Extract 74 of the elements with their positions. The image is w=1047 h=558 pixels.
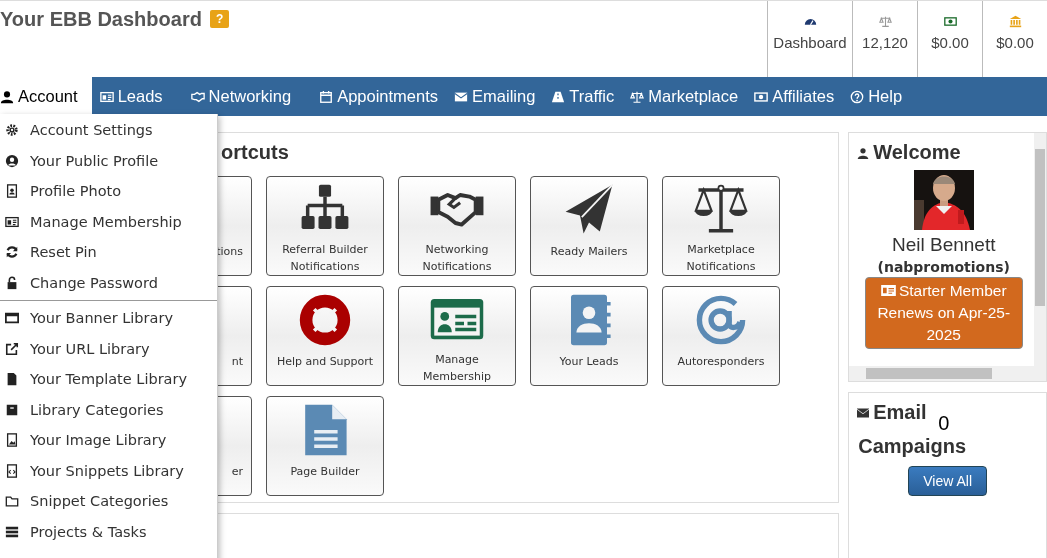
image-file-icon (5, 433, 19, 448)
menu-item[interactable]: Your Public Profile (0, 145, 217, 176)
menu-item[interactable]: Account Settings (0, 115, 217, 146)
id-card-icon (5, 214, 19, 229)
menu-item[interactable]: Your Snippets Library (0, 455, 217, 486)
shortcut-tile[interactable]: Marketplace Notifications (662, 176, 780, 276)
help-icon (850, 89, 865, 104)
menu-item[interactable]: Reset Pin (0, 237, 217, 268)
membership-badge[interactable]: Starter Member Renews on Apr-25-2025 (864, 277, 1023, 349)
shortcut-tile[interactable]: Your Leads (530, 286, 648, 386)
shortcut-tile[interactable]: Help and Support (266, 286, 384, 386)
user-circle-icon (5, 153, 19, 168)
user-name: Neil Bennett (891, 234, 996, 256)
window-icon (5, 311, 19, 326)
code-file-icon (5, 463, 19, 478)
id-card-icon (880, 285, 896, 296)
panel-title: Email (873, 401, 927, 424)
tasks-icon (5, 524, 19, 539)
road-icon (551, 89, 566, 104)
nav-tab[interactable]: Traffic (551, 77, 625, 116)
campaign-count: 0 (938, 413, 950, 433)
portrait-icon (5, 184, 19, 199)
shortcut-tile[interactable]: Ready Mailers (530, 176, 648, 276)
nav-tab[interactable]: Emailing (454, 77, 546, 116)
lifebuoy-icon (297, 293, 353, 347)
unlock-icon (5, 275, 19, 290)
scales-icon (693, 183, 749, 235)
user-icon (0, 89, 14, 104)
menu-item[interactable]: Your URL Library (0, 333, 217, 364)
nav-tab[interactable]: Help (850, 77, 913, 116)
nav-tab[interactable]: Account (0, 77, 92, 116)
menu-item[interactable]: Snippet Categories (0, 486, 217, 517)
menu-item[interactable]: Your Banner Library (0, 303, 217, 334)
menu-item[interactable]: Your Template Library (0, 364, 217, 395)
shortcut-tile[interactable]: Autoresponders (662, 286, 780, 386)
refresh-icon (5, 245, 19, 260)
menu-item[interactable]: Change Password (0, 267, 217, 298)
view-all-button[interactable]: View All (908, 466, 987, 496)
nav-tab[interactable]: Affiliates (754, 77, 845, 116)
archive-icon (5, 402, 19, 417)
bank-icon (1007, 15, 1023, 28)
nav-tab[interactable]: Networking (190, 77, 302, 116)
handshake-icon (190, 89, 205, 104)
envelope-icon (857, 406, 870, 419)
scales-icon (877, 15, 893, 28)
shortcut-tile[interactable]: Page Builder (266, 396, 384, 496)
scrollbar[interactable] (1034, 133, 1046, 366)
settings-icon (5, 123, 19, 138)
menu-item[interactable]: Projects & Tasks (0, 516, 217, 547)
menu-item[interactable]: Profile Photo (0, 176, 217, 207)
panel-title: ortcuts (221, 141, 290, 165)
username: (nabpromotions) (877, 259, 1010, 275)
scrollbar[interactable] (849, 366, 1046, 381)
page-title: Your EBB Dashboard (0, 8, 202, 31)
calendar-icon (319, 89, 334, 104)
user-icon (857, 146, 870, 159)
shortcut-tile[interactable]: Referral Builder Notifications (266, 176, 384, 276)
menu-item[interactable]: Library Categories (0, 394, 217, 425)
menu-item[interactable]: Manage Membership (0, 206, 217, 237)
money-icon (754, 89, 769, 104)
panel-title: Welcome (873, 141, 961, 164)
shortcut-tile[interactable]: Networking Notifications (398, 176, 516, 276)
shortcut-tile[interactable]: Manage Membership (398, 286, 516, 386)
panel-subtitle: Campaigns (858, 434, 967, 458)
nav-tab[interactable]: Leads (99, 77, 173, 116)
external-link-icon (5, 341, 19, 356)
money-icon (942, 15, 958, 28)
folder-icon (5, 494, 19, 509)
nav-tab[interactable]: Appointments (319, 77, 449, 116)
menu-item[interactable]: Your Image Library (0, 425, 217, 456)
nav-tab[interactable]: Marketplace (630, 77, 749, 116)
id-card-icon (99, 89, 114, 104)
file-icon (5, 372, 19, 387)
scales-icon (630, 89, 645, 104)
